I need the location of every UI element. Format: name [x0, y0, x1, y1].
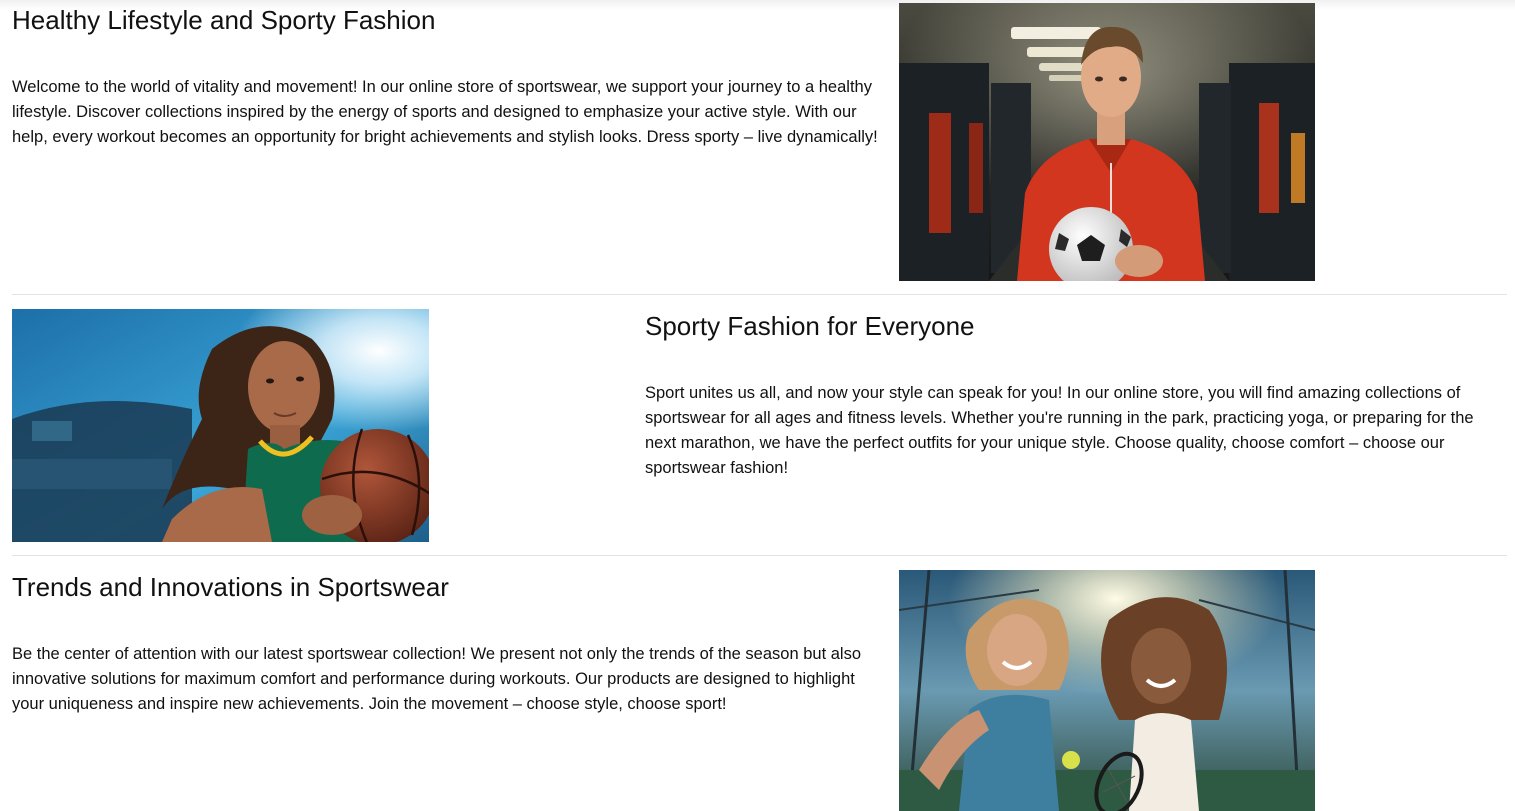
man-red-hoodie-soccer-ball-photo: [899, 3, 1315, 281]
section-title: Sporty Fashion for Everyone: [645, 311, 975, 341]
section-text: Welcome to the world of vitality and mov…: [12, 78, 878, 146]
section-trends-innovations: Trends and Innovations in Sportswear Be …: [12, 570, 1507, 811]
woman-basketball-player-photo: [12, 309, 429, 542]
section-text: Be the center of attention with our late…: [12, 645, 862, 713]
section-sporty-fashion: Sporty Fashion for Everyone Sport unites…: [12, 309, 1507, 542]
section-title: Healthy Lifestyle and Sporty Fashion: [12, 5, 436, 35]
section-healthy-lifestyle: Healthy Lifestyle and Sporty Fashion Wel…: [12, 3, 1507, 281]
section-text: Sport unites us all, and now your style …: [645, 384, 1474, 477]
girls-tennis-court-photo: [899, 570, 1315, 811]
section-divider: [12, 555, 1507, 556]
section-title: Trends and Innovations in Sportswear: [12, 572, 449, 602]
section-divider: [12, 294, 1507, 295]
